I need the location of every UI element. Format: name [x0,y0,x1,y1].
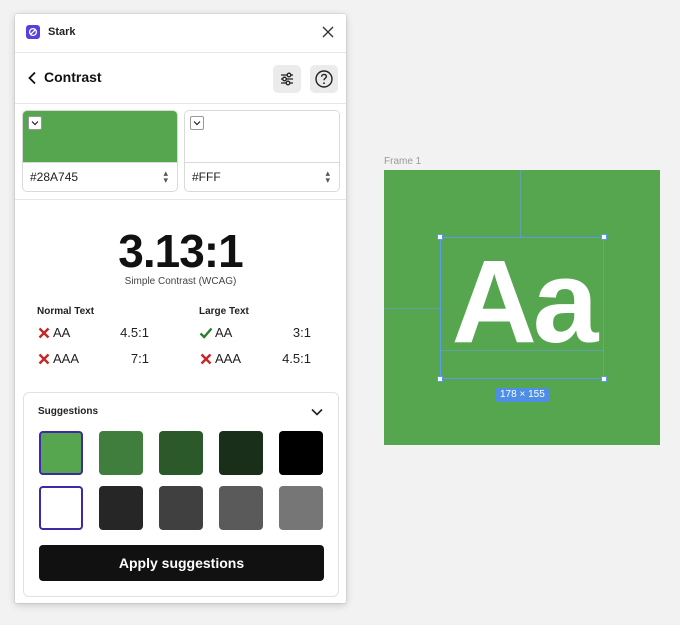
grade-ratio: 3:1 [292,325,311,340]
grade-ratio: 7:1 [130,351,149,366]
background-dropdown-toggle[interactable] [190,116,204,130]
large-text-heading: Large Text [199,306,249,317]
layout-guide [384,308,440,309]
hex-stepper-icon[interactable]: ▴ ▾ [163,169,168,185]
foreground-suggestion-swatch[interactable] [279,431,323,475]
help-button[interactable] [310,65,338,93]
grade-ratio: 4.5:1 [282,351,311,366]
grade-ratio: 4.5:1 [120,325,149,340]
selection-box[interactable] [440,237,604,379]
chevron-down-icon [193,121,201,126]
plugin-titlebar: Stark [15,14,346,53]
background-suggestion-swatch[interactable] [279,486,323,530]
chevron-down-icon [31,121,39,126]
filters-button[interactable] [273,65,301,93]
stark-logo-icon [26,25,40,39]
close-icon [322,26,334,38]
background-suggestion-swatch[interactable] [219,486,263,530]
background-hex-input[interactable]: #FFF ▴ ▾ [185,162,339,191]
contrast-ratio: 3.13:1 [118,225,243,277]
large-aa-row: AA 3:1 [199,325,311,341]
foreground-dropdown-toggle[interactable] [28,116,42,130]
resize-handle[interactable] [437,234,443,240]
fail-x-icon [199,352,213,366]
foreground-hex-input[interactable]: #28A745 ▴ ▾ [23,162,177,191]
fail-x-icon [37,352,51,366]
chevron-down-icon [311,408,323,416]
background-suggestion-swatch[interactable] [159,486,203,530]
grade-level: AA [53,325,71,340]
resize-handle[interactable] [437,376,443,382]
background-swatch[interactable] [185,111,339,162]
foreground-color-picker[interactable]: #28A745 ▴ ▾ [22,110,178,192]
layout-guide [520,170,521,237]
foreground-suggestion-swatch[interactable] [99,431,143,475]
resize-handle[interactable] [601,376,607,382]
background-suggestion-swatch[interactable] [99,486,143,530]
frame-label[interactable]: Frame 1 [384,156,421,167]
grade-level: AA [215,325,233,340]
large-aaa-row: AAA 4.5:1 [199,351,311,367]
normal-text-heading: Normal Text [37,306,95,317]
normal-aa-row: AA 4.5:1 [37,325,149,341]
foreground-hex-value: #28A745 [30,170,79,184]
chevron-left-icon [28,71,36,85]
sliders-icon [281,72,293,86]
apply-suggestions-button[interactable]: Apply suggestions [39,545,324,581]
close-button[interactable] [320,24,336,40]
back-button[interactable] [27,71,39,85]
suggestions-collapse-button[interactable] [310,405,324,417]
background-color-picker[interactable]: #FFF ▴ ▾ [184,110,340,192]
foreground-suggestion-swatch[interactable] [39,431,83,475]
page-title: Contrast [44,69,102,85]
help-circle-icon [315,70,333,88]
contrast-header: Contrast [15,53,346,104]
stark-plugin-panel: Stark Contrast #28A745 ▴ ▾ #FFF ▴ ▾ 3.13… [15,14,346,603]
hex-stepper-icon[interactable]: ▴ ▾ [325,169,330,185]
foreground-suggestion-swatch[interactable] [159,431,203,475]
resize-handle[interactable] [601,234,607,240]
foreground-suggestion-swatch[interactable] [219,431,263,475]
foreground-swatch[interactable] [23,111,177,162]
grade-level: AAA [215,351,242,366]
normal-aaa-row: AAA 7:1 [37,351,149,367]
app-title: Stark [48,26,76,38]
background-hex-value: #FFF [192,170,221,184]
grade-level: AAA [53,351,80,366]
dimensions-badge: 178 × 155 [496,388,549,402]
fail-x-icon [37,326,51,340]
contrast-method: Simple Contrast (WCAG) [124,276,237,287]
pass-check-icon [199,326,213,340]
divider [15,199,346,200]
background-suggestion-swatch[interactable] [39,486,83,530]
suggestions-title: Suggestions [38,406,99,417]
suggestions-panel: Suggestions Apply suggestions [23,392,339,597]
